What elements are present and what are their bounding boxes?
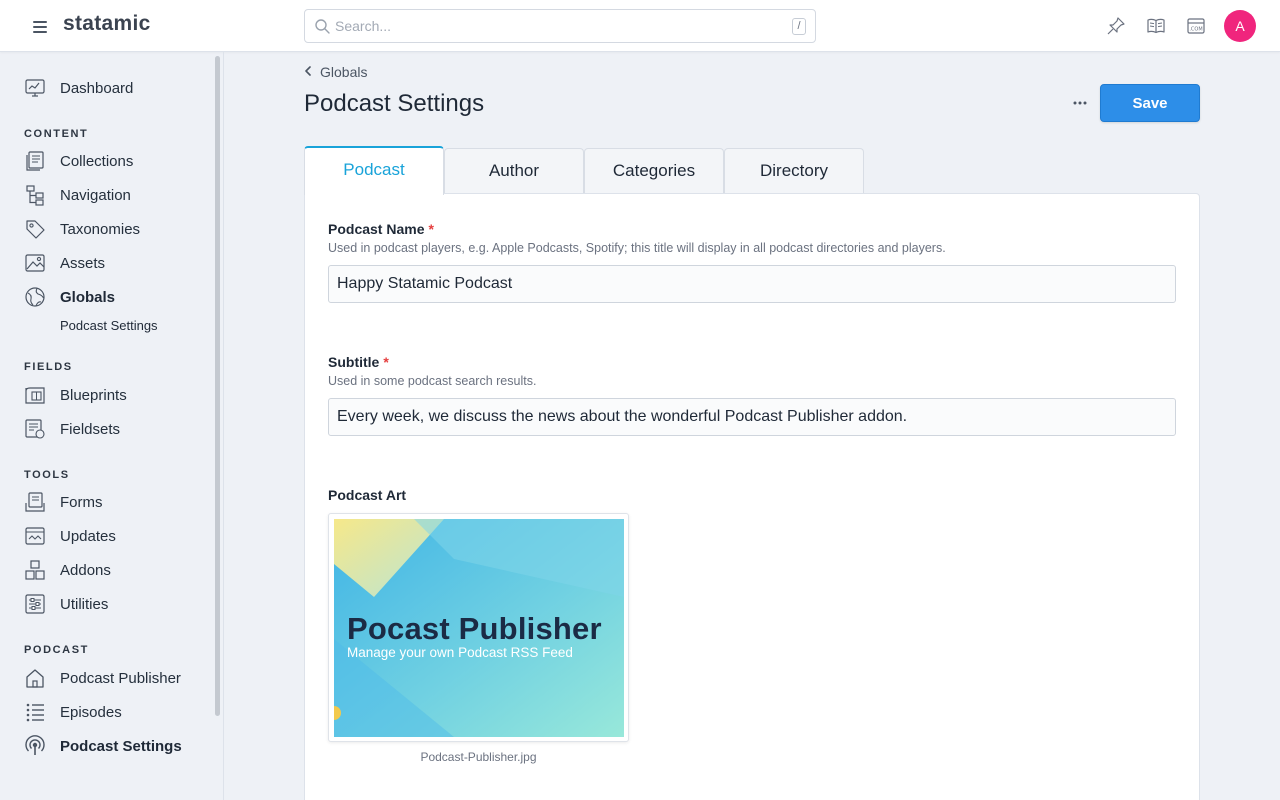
- brand-logo[interactable]: statamic: [63, 12, 151, 36]
- sidebar-item-episodes[interactable]: Episodes: [24, 699, 122, 725]
- sidebar-item-utilities[interactable]: Utilities: [24, 591, 108, 617]
- sidebar-item-label: Taxonomies: [60, 220, 141, 238]
- thumbnail-title: Pocast Publisher: [347, 611, 602, 646]
- podcast-name-input[interactable]: [328, 265, 1176, 303]
- sidebar-item-label: Collections: [60, 152, 134, 170]
- podcast-name-instructions: Used in podcast players, e.g. Apple Podc…: [328, 241, 946, 255]
- navigation-icon: [24, 184, 46, 206]
- global-search[interactable]: /: [304, 9, 816, 43]
- tab-podcast[interactable]: Podcast: [304, 146, 444, 195]
- sidebar-item-forms[interactable]: Forms: [24, 489, 103, 515]
- search-icon: [315, 19, 330, 39]
- sidebar-scrollbar[interactable]: [215, 56, 220, 716]
- sidebar-section-content: CONTENT: [24, 128, 89, 140]
- sidebar-item-collections[interactable]: Collections: [24, 148, 133, 174]
- tab-directory[interactable]: Directory: [724, 148, 864, 194]
- thumbnail-subtitle: Manage your own Podcast RSS Feed: [347, 645, 573, 660]
- utilities-icon: [24, 593, 46, 615]
- updates-icon: [24, 525, 46, 547]
- search-shortcut-key: /: [792, 18, 806, 35]
- sidebar-item-blueprints[interactable]: Blueprints: [24, 382, 127, 408]
- docs-book-icon[interactable]: [1146, 16, 1166, 36]
- assets-icon: [24, 252, 46, 274]
- blueprint-icon: [24, 384, 46, 406]
- tag-icon: [24, 218, 46, 240]
- sidebar-item-label: Updates: [60, 527, 116, 545]
- search-input[interactable]: [335, 16, 775, 36]
- hamburger-menu-icon[interactable]: [33, 21, 47, 33]
- addons-icon: [24, 559, 46, 581]
- user-avatar[interactable]: A: [1224, 10, 1256, 42]
- sidebar-item-dashboard[interactable]: Dashboard: [24, 75, 133, 101]
- sidebar-item-addons[interactable]: Addons: [24, 557, 111, 583]
- dashboard-icon: [24, 77, 46, 99]
- sidebar-section-tools: TOOLS: [24, 469, 70, 481]
- sidebar-item-globals[interactable]: Globals: [24, 284, 115, 310]
- forms-icon: [24, 491, 46, 513]
- podcast-icon: [24, 735, 46, 757]
- sidebar-item-navigation[interactable]: Navigation: [24, 182, 131, 208]
- home-icon: [24, 667, 46, 689]
- podcast-art-thumbnail: Pocast Publisher Manage your own Podcast…: [334, 519, 624, 737]
- collections-icon: [24, 150, 46, 172]
- sidebar-item-label: Podcast Settings: [60, 737, 182, 755]
- sidebar-section-fields: FIELDS: [24, 361, 73, 373]
- sidebar-item-updates[interactable]: Updates: [24, 523, 116, 549]
- sidebar-item-taxonomies[interactable]: Taxonomies: [24, 216, 140, 242]
- sidebar-item-podcast-settings[interactable]: Podcast Settings: [24, 733, 182, 759]
- breadcrumb-label: Globals: [320, 64, 368, 80]
- tab-categories[interactable]: Categories: [584, 148, 724, 194]
- subtitle-label: Subtitle *: [328, 354, 389, 370]
- sidebar-item-podcast-publisher[interactable]: Podcast Publisher: [24, 665, 181, 691]
- sidebar-item-label: Podcast Publisher: [60, 669, 181, 687]
- sidebar-item-label: Utilities: [60, 595, 109, 613]
- required-mark: *: [383, 354, 389, 370]
- globe-icon: [24, 286, 46, 308]
- podcast-name-label: Podcast Name *: [328, 221, 434, 237]
- podcast-art-asset[interactable]: Pocast Publisher Manage your own Podcast…: [328, 513, 629, 742]
- tab-author[interactable]: Author: [444, 148, 584, 194]
- list-icon: [24, 701, 46, 723]
- subtitle-instructions: Used in some podcast search results.: [328, 374, 537, 388]
- sidebar-item-label: Episodes: [60, 703, 122, 721]
- view-site-icon[interactable]: .COM: [1186, 16, 1206, 36]
- sidebar-item-label: Fieldsets: [60, 420, 121, 438]
- sidebar-item-label: Addons: [60, 561, 111, 579]
- save-button[interactable]: Save: [1100, 84, 1200, 122]
- chevron-left-icon: [304, 63, 312, 81]
- top-bar: statamic / .COM A: [0, 0, 1280, 52]
- sidebar-item-assets[interactable]: Assets: [24, 250, 105, 276]
- asset-filename: Podcast-Publisher.jpg: [420, 750, 537, 764]
- sidebar-section-podcast: PODCAST: [24, 644, 89, 656]
- svg-text:.COM: .COM: [1189, 27, 1202, 33]
- sidebar-item-label: Assets: [60, 254, 106, 272]
- sidebar-item-label: Forms: [60, 493, 103, 511]
- sidebar-item-label: Globals: [60, 288, 116, 306]
- breadcrumb[interactable]: Globals: [304, 63, 367, 81]
- fieldset-icon: [24, 418, 46, 440]
- sidebar-subitem-podcast-settings[interactable]: Podcast Settings: [60, 318, 158, 333]
- subtitle-input[interactable]: [328, 398, 1176, 436]
- podcast-art-label: Podcast Art: [328, 487, 407, 503]
- required-mark: *: [428, 221, 434, 237]
- sidebar-item-label: Navigation: [60, 186, 131, 204]
- sidebar-item-label: Dashboard: [60, 79, 134, 97]
- page-title: Podcast Settings: [304, 90, 485, 117]
- sidebar-item-label: Blueprints: [60, 386, 127, 404]
- sidebar-item-fieldsets[interactable]: Fieldsets: [24, 416, 120, 442]
- more-options-icon[interactable]: [1068, 93, 1092, 113]
- pin-icon[interactable]: [1106, 16, 1126, 36]
